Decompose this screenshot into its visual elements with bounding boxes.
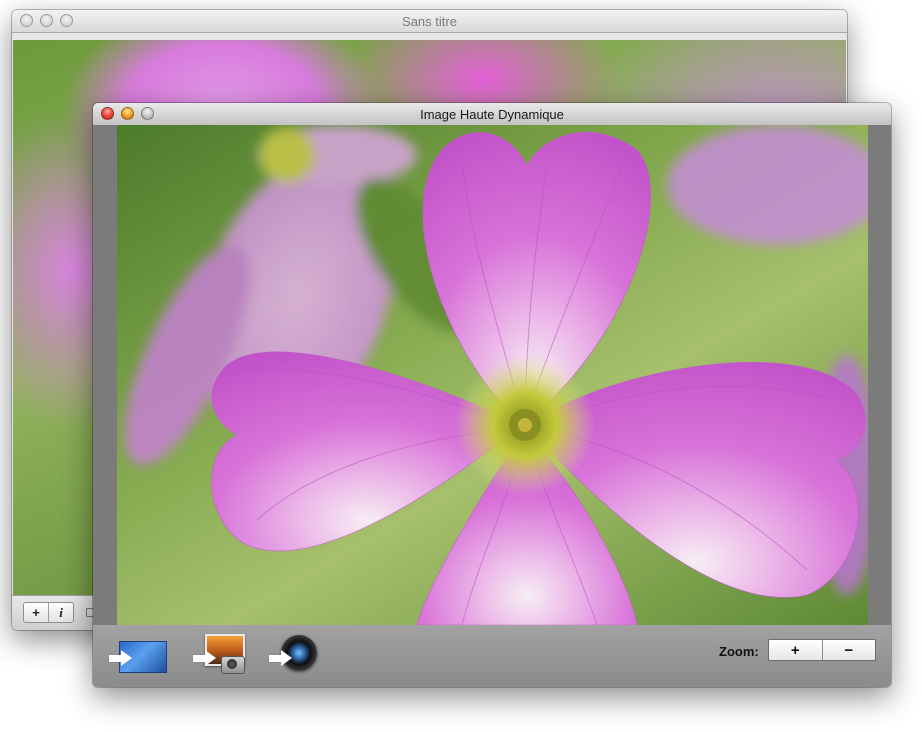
back-window-traffic-lights <box>20 14 73 27</box>
arrow-right-icon <box>109 650 133 666</box>
back-minimize-button[interactable] <box>40 14 53 27</box>
zoom-label: Zoom: <box>719 644 759 659</box>
zoom-control: + − <box>768 639 876 661</box>
back-zoom-button[interactable] <box>60 14 73 27</box>
arrow-right-icon <box>193 650 217 666</box>
zoom-out-button[interactable]: − <box>821 640 876 660</box>
flower-illustration <box>124 125 868 625</box>
set-desktop-icon[interactable] <box>109 634 169 676</box>
close-button[interactable] <box>101 107 114 120</box>
hdr-image[interactable] <box>117 125 868 625</box>
minimize-button[interactable] <box>121 107 134 120</box>
back-toolbar-segment: + i <box>23 602 74 623</box>
camera-icon <box>221 656 245 674</box>
aperture-icon[interactable] <box>269 634 329 676</box>
zoom-window-button[interactable] <box>141 107 154 120</box>
image-frame <box>93 125 891 625</box>
front-window-traffic-lights <box>101 107 154 120</box>
back-window-title: Sans titre <box>402 13 457 29</box>
back-close-button[interactable] <box>20 14 33 27</box>
info-button[interactable]: i <box>48 603 73 622</box>
back-window-titlebar[interactable]: Sans titre <box>12 10 847 33</box>
front-window-titlebar[interactable]: Image Haute Dynamique <box>93 103 891 126</box>
zoom-in-button[interactable]: + <box>769 640 822 660</box>
arrow-right-icon <box>269 650 293 666</box>
add-button[interactable]: + <box>24 603 48 622</box>
front-window-title: Image Haute Dynamique <box>420 106 564 122</box>
front-window-toolbar: Zoom: + − <box>93 625 891 687</box>
iphoto-icon[interactable] <box>193 634 253 676</box>
front-window[interactable]: Image Haute Dynamique Zoom: + − <box>93 103 891 687</box>
